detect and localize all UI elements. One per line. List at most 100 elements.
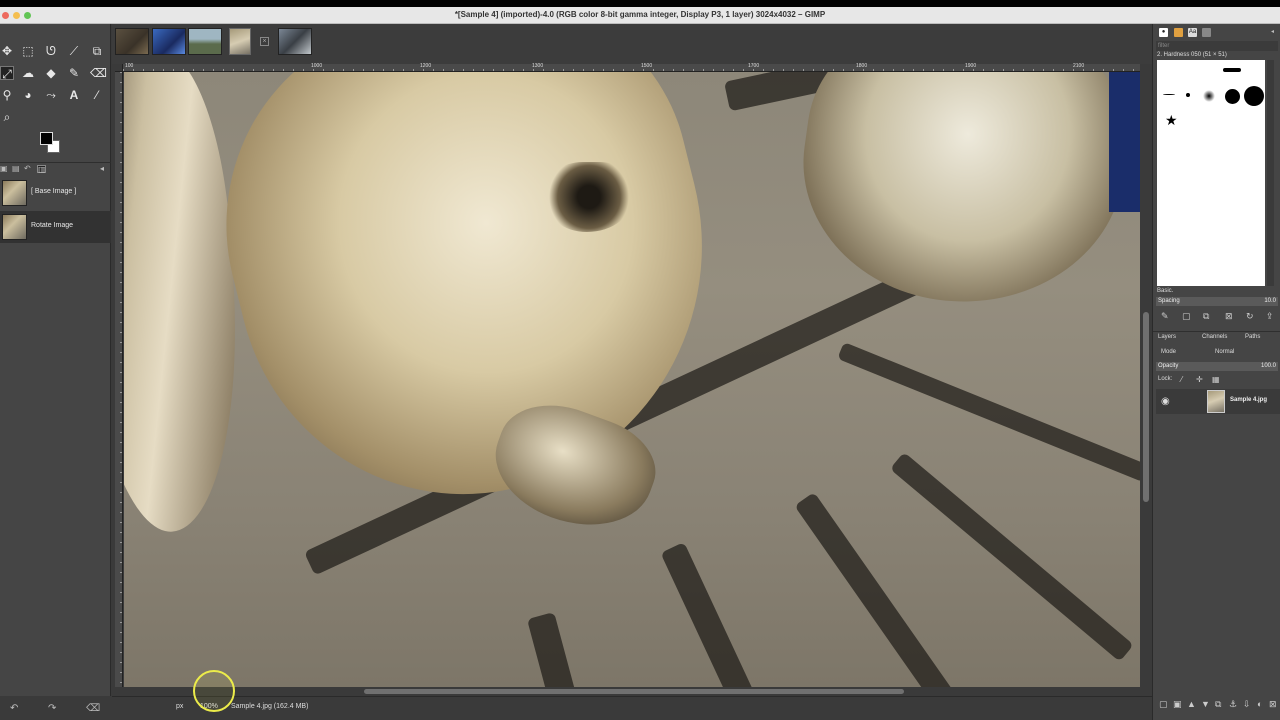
tool-options-tab-icon[interactable]: ▣: [0, 165, 9, 173]
bucket-fill-tool-icon[interactable]: ◆: [44, 66, 58, 80]
crop-tool-icon[interactable]: ⧉: [90, 44, 104, 58]
close-tab-icon[interactable]: ×: [260, 37, 269, 46]
shadow-post: [889, 452, 1134, 662]
image-tab-1[interactable]: [115, 28, 149, 55]
color-picker-tool-icon[interactable]: ⁄: [90, 88, 104, 102]
device-status-tab-icon[interactable]: ▤: [12, 165, 21, 173]
layer-row[interactable]: ◉ Sample 4.jpg: [1156, 389, 1280, 414]
horizontal-scrollbar[interactable]: [124, 687, 1141, 696]
configure-tab-icon[interactable]: ◂: [100, 165, 109, 173]
configure-tab-icon[interactable]: ◂: [1268, 28, 1277, 37]
fuzzy-select-tool-icon[interactable]: ⟋: [67, 44, 81, 58]
history-item-label: [ Base Image ]: [31, 188, 77, 195]
brush-preset[interactable]: Basic.: [1157, 288, 1173, 294]
patterns-tab-icon[interactable]: [1174, 28, 1183, 37]
window-titlebar: *[Sample 4] (imported)-4.0 (RGB color 8-…: [0, 7, 1280, 24]
image-tab-5[interactable]: [278, 28, 312, 55]
smudge-tool-icon[interactable]: ◕: [21, 88, 35, 102]
fonts-tab-icon[interactable]: Aa: [1188, 28, 1197, 37]
mode-select[interactable]: Normal: [1215, 349, 1234, 355]
lock-alpha-icon[interactable]: ▦: [1212, 375, 1220, 385]
eraser-tool-icon[interactable]: ⌫: [90, 66, 107, 80]
current-brush-name: 2. Hardness 050 (51 × 51): [1157, 52, 1227, 58]
layer-thumbnail: [1207, 390, 1225, 413]
new-layer-icon[interactable]: ▢: [1159, 699, 1168, 709]
vertical-scroll-thumb[interactable]: [1143, 312, 1149, 502]
layer-name[interactable]: Sample 4.jpg: [1230, 397, 1267, 403]
image-canvas[interactable]: [124, 72, 1140, 687]
brush-grid[interactable]: ★: [1157, 60, 1265, 286]
delete-layer-icon[interactable]: ⊠: [1269, 699, 1277, 709]
refresh-brushes-icon[interactable]: ↻: [1246, 311, 1254, 321]
warp-tool-icon[interactable]: ☁: [21, 66, 35, 80]
brush-item-selected[interactable]: [1203, 90, 1215, 102]
clone-tool-icon[interactable]: ⚲: [0, 88, 14, 102]
duplicate-layer-icon[interactable]: ⧉: [1215, 699, 1221, 709]
brush-item[interactable]: [1225, 89, 1240, 104]
brush-item[interactable]: [1163, 94, 1175, 95]
vertical-scrollbar[interactable]: [1141, 72, 1151, 687]
image-tab-2[interactable]: [152, 28, 186, 55]
new-brush-icon[interactable]: ▢: [1182, 311, 1191, 321]
brush-item[interactable]: [1186, 93, 1190, 97]
layer-mode-row: Mode Normal: [1158, 348, 1278, 358]
open-as-image-icon[interactable]: ⇪: [1266, 311, 1274, 321]
ruler-label: 2100: [1073, 63, 1085, 69]
paths-tool-icon[interactable]: ⤳: [44, 88, 58, 102]
brush-item[interactable]: [1223, 68, 1241, 72]
lock-position-icon[interactable]: ✛: [1196, 375, 1203, 385]
image-tab-4-active[interactable]: [229, 28, 251, 55]
unit-selector[interactable]: px: [176, 703, 183, 710]
visibility-eye-icon[interactable]: ◉: [1161, 396, 1170, 407]
brushes-tabs: ● Aa ◂: [1153, 27, 1280, 39]
lower-layer-icon[interactable]: ▼: [1201, 699, 1210, 709]
image-tabs-bar: ×: [112, 24, 1152, 64]
transform-tool-icon[interactable]: ⤢: [0, 66, 14, 81]
opacity-slider[interactable]: Opacity 100.0: [1156, 362, 1278, 371]
lasso-tool-icon[interactable]: ᘎ: [44, 44, 58, 58]
delete-brush-icon[interactable]: ⊠: [1225, 311, 1233, 321]
new-layer-group-icon[interactable]: ▣: [1173, 699, 1182, 709]
redo-icon[interactable]: ↷: [48, 703, 56, 714]
gimp-main-window: ✥ ⬚ ᘎ ⟋ ⧉ ⤢ ☁ ◆ ✎ ⌫ ⚲ ◕ ⤳ A ⁄ ⌕ ▣ ▤ ↶ ▥ …: [0, 24, 1280, 720]
lock-pixels-icon[interactable]: ⁄: [1181, 375, 1182, 385]
images-tab-icon[interactable]: ▥: [37, 165, 46, 174]
move-tool-icon[interactable]: ✥: [0, 44, 14, 58]
history-item-base-image[interactable]: [ Base Image ]: [0, 177, 111, 209]
text-tool-icon[interactable]: A: [67, 88, 81, 102]
tab-channels[interactable]: Channels: [1202, 334, 1227, 340]
vertical-ruler[interactable]: [115, 72, 123, 687]
star-brush-icon[interactable]: ★: [1165, 113, 1178, 127]
paintbrush-tool-icon[interactable]: ✎: [67, 66, 81, 80]
history-item-rotate-image[interactable]: Rotate Image: [0, 211, 111, 243]
mask-layer-icon[interactable]: ◐: [1257, 699, 1262, 709]
brush-filter-input[interactable]: filter: [1156, 41, 1278, 51]
image-tab-3[interactable]: [188, 28, 222, 55]
spacing-slider[interactable]: Spacing 10.0: [1156, 297, 1278, 306]
statusbar: px 100% Sample 4.jpg (162.4 MB): [112, 696, 1152, 720]
undo-history-tab-icon[interactable]: ↶: [24, 165, 33, 173]
clear-history-icon[interactable]: ⌫: [86, 703, 100, 714]
tab-layers[interactable]: Layers: [1158, 334, 1176, 340]
edit-brush-icon[interactable]: ✎: [1161, 311, 1169, 321]
rect-select-tool-icon[interactable]: ⬚: [21, 44, 35, 58]
ruler-label: 1000: [311, 63, 323, 69]
foreground-color-swatch[interactable]: [40, 132, 53, 145]
zoom-tool-icon[interactable]: ⌕: [0, 110, 14, 124]
ruler-label: 1800: [856, 63, 868, 69]
tab-paths[interactable]: Paths: [1245, 334, 1260, 340]
horizontal-ruler[interactable]: 100 1000 1200 1300 1500 1700 1800 1900 2…: [123, 63, 1140, 72]
merge-layer-icon[interactable]: ⇩: [1243, 699, 1251, 709]
shadow-post: [794, 492, 964, 687]
brush-item[interactable]: [1244, 86, 1264, 106]
brush-grid-scrollbar[interactable]: [1267, 60, 1274, 286]
ruler-corner[interactable]: [115, 64, 123, 72]
mode-label: Mode: [1161, 349, 1177, 355]
brushes-tab-icon[interactable]: ●: [1159, 28, 1168, 37]
document-history-tab-icon[interactable]: [1202, 28, 1211, 37]
raise-layer-icon[interactable]: ▲: [1187, 699, 1196, 709]
undo-icon[interactable]: ↶: [10, 703, 18, 714]
duplicate-brush-icon[interactable]: ⧉: [1203, 311, 1209, 321]
anchor-layer-icon[interactable]: ⚓: [1229, 699, 1237, 709]
horizontal-scroll-thumb[interactable]: [364, 689, 904, 694]
